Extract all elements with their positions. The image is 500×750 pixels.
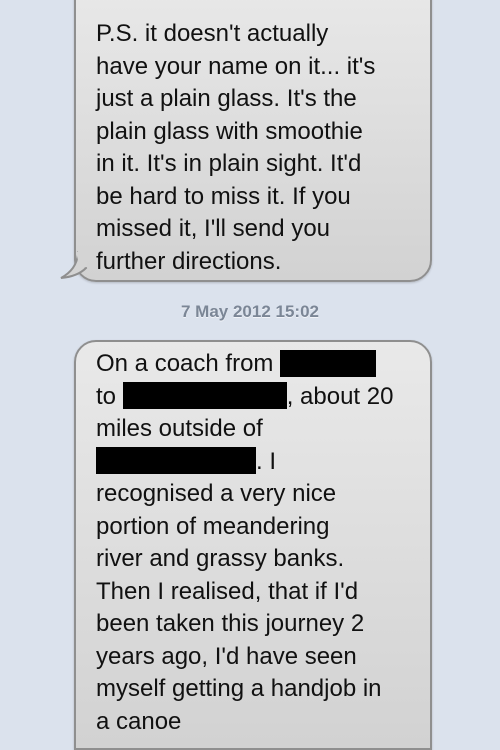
message-text-line: missed it, I'll send you xyxy=(96,215,331,242)
bubble-tail xyxy=(60,250,88,279)
message-text-line: years ago, I'd have seen xyxy=(96,642,357,670)
message-text-line: just a plain glass. It's the xyxy=(96,85,357,112)
redaction-bar xyxy=(280,349,377,377)
message-text: to xyxy=(96,382,117,410)
message-text-line: river and grassy banks. xyxy=(96,545,345,572)
message-text-line: be hard to miss it. If you xyxy=(96,182,351,210)
redaction-bar xyxy=(122,382,287,410)
message-text-line: plain glass with smoothie xyxy=(96,117,363,145)
message-text-line: P.S. it doesn't actually xyxy=(96,20,329,47)
message-text-line: Then I realised, that if I'd xyxy=(96,577,359,605)
message-text-line: been taken this journey 2 xyxy=(96,610,365,637)
message-text-line: further directions. xyxy=(96,247,282,275)
received-message-bubble[interactable]: P.S. it doesn't actually have your name … xyxy=(74,0,432,282)
message-text-line: . I xyxy=(96,446,412,479)
message-text-line: to , about 20 xyxy=(96,381,412,414)
message-text: , about 20 xyxy=(286,382,394,410)
received-message-bubble[interactable]: On a coach from to , about 20 miles outs… xyxy=(74,340,432,750)
message-text-line: a canoe xyxy=(96,707,182,735)
message-text-line: miles outside of xyxy=(96,415,263,442)
message-text-line: portion of meandering xyxy=(96,512,330,540)
message-text-line: On a coach from xyxy=(96,348,412,381)
message-text-line: myself getting a handjob in xyxy=(96,675,382,702)
message-text-line: have your name on it... it's xyxy=(96,52,376,80)
message-text: On a coach from xyxy=(96,350,274,377)
redaction-bar xyxy=(96,447,256,475)
message-text-line: recognised a very nice xyxy=(96,480,337,507)
message-timestamp: 7 May 2012 15:02 xyxy=(181,302,319,321)
message-text-line: in it. It's in plain sight. It'd xyxy=(96,150,362,177)
message-text: . I xyxy=(256,447,277,475)
